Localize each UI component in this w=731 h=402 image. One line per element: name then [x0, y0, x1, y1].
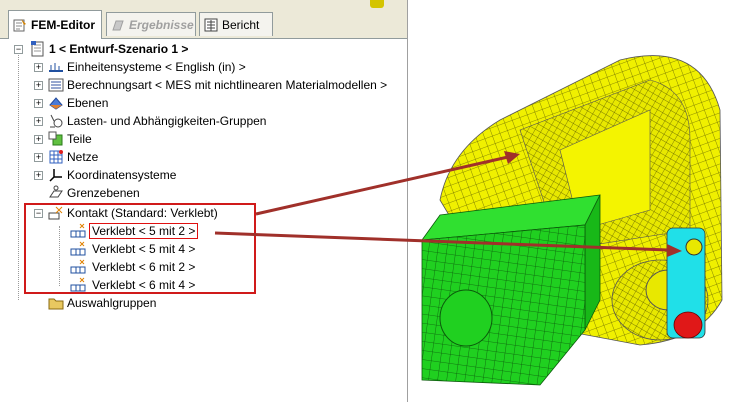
- red-part: [673, 311, 703, 339]
- annotation-overlay: [214, 55, 723, 386]
- tab-fem-editor[interactable]: FEM-Editor: [8, 10, 102, 39]
- green-part: [421, 194, 601, 386]
- fem-editor-icon: [13, 18, 27, 32]
- tab-label: FEM-Editor: [31, 18, 95, 32]
